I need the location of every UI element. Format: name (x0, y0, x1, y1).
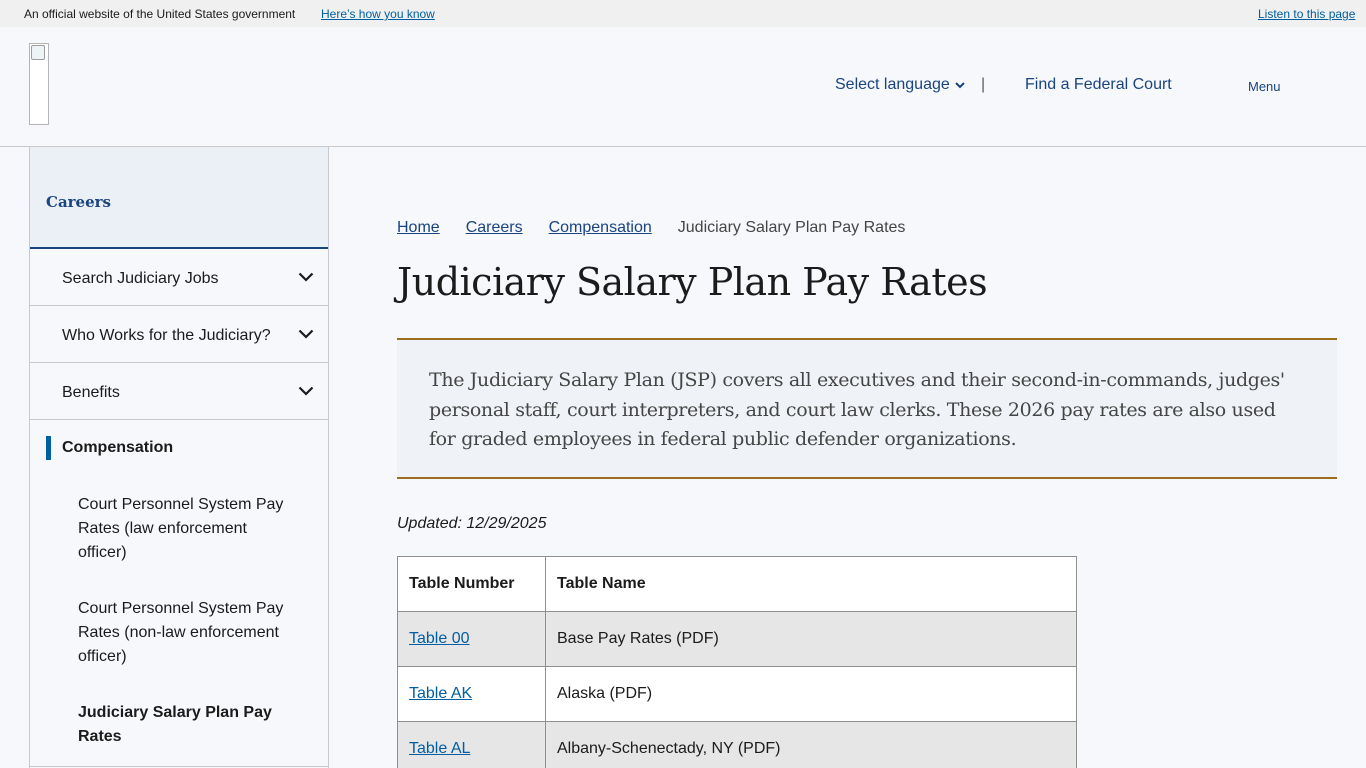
find-federal-court-link[interactable]: Find a Federal Court (1025, 76, 1172, 94)
sidebar-item-label: Search Judiciary Jobs (62, 270, 219, 287)
sidebar-divider (30, 766, 328, 767)
chevron-down-icon (955, 82, 965, 89)
sidebar-item-label: Benefits (62, 384, 120, 401)
table-row: Table AK Alaska (PDF) (397, 666, 1077, 722)
table-cell-number: Table AL (397, 721, 546, 768)
sidebar-item-compensation[interactable]: Compensation (30, 420, 328, 475)
sidebar-subitem-cps-non-leo[interactable]: Court Personnel System Pay Rates (non-la… (78, 597, 298, 669)
breadcrumb-current: Judiciary Salary Plan Pay Rates (677, 219, 906, 236)
intro-box: The Judiciary Salary Plan (JSP) covers a… (397, 338, 1337, 479)
site-header: Select language | Find a Federal Court M… (0, 27, 1366, 147)
table-row: Table AL Albany-Schenectady, NY (PDF) (397, 721, 1077, 768)
chevron-down-icon[interactable] (298, 328, 314, 340)
table-link[interactable]: Table AL (409, 740, 470, 757)
chevron-down-icon[interactable] (298, 271, 314, 283)
table-row: Table 00 Base Pay Rates (PDF) (397, 611, 1077, 667)
header-separator: | (981, 76, 986, 93)
page-title: Judiciary Salary Plan Pay Rates (397, 260, 988, 304)
official-website-text: An official website of the United States… (24, 7, 296, 21)
sidebar-item-label: Who Works for the Judiciary? (62, 327, 271, 344)
table-header-row: Table Number Table Name (397, 556, 1077, 612)
breadcrumb-careers[interactable]: Careers (466, 219, 523, 237)
sidebar-title-careers[interactable]: Careers (46, 193, 111, 211)
site-logo-image[interactable] (29, 43, 49, 125)
intro-text: The Judiciary Salary Plan (JSP) covers a… (429, 369, 1285, 450)
gov-banner: An official website of the United States… (0, 0, 1366, 27)
table-cell-name: Base Pay Rates (PDF) (545, 611, 1077, 667)
select-language-dropdown[interactable]: Select language (835, 76, 966, 94)
breadcrumb: Home Careers Compensation Judiciary Sala… (397, 219, 905, 237)
sidebar-item-search-judiciary-jobs[interactable]: Search Judiciary Jobs (30, 249, 328, 306)
updated-date: Updated: 12/29/2025 (397, 515, 547, 532)
table-cell-name: Albany-Schenectady, NY (PDF) (545, 721, 1077, 768)
column-header-table-name: Table Name (545, 556, 1077, 612)
sidebar-item-who-works[interactable]: Who Works for the Judiciary? (30, 306, 328, 363)
listen-to-page-link[interactable]: Listen to this page (1258, 7, 1355, 21)
table-link[interactable]: Table AK (409, 685, 472, 702)
breadcrumb-compensation[interactable]: Compensation (549, 219, 652, 237)
sidebar-item-label: Compensation (62, 439, 174, 456)
menu-button[interactable]: Menu (1248, 79, 1281, 94)
sidebar-header: Careers (30, 147, 328, 249)
sidebar-nav: Careers Search Judiciary Jobs Who Works … (29, 147, 329, 768)
heres-how-you-know-link[interactable]: Here’s how you know (321, 7, 435, 21)
table-cell-number: Table AK (397, 666, 546, 722)
breadcrumb-home[interactable]: Home (397, 219, 440, 237)
column-header-table-number: Table Number (397, 556, 546, 612)
table-cell-number: Table 00 (397, 611, 546, 667)
select-language-label: Select language (835, 76, 950, 93)
current-section-indicator (46, 436, 51, 460)
sidebar-subitem-jsp-pay-rates[interactable]: Judiciary Salary Plan Pay Rates (78, 701, 298, 749)
sidebar-item-benefits[interactable]: Benefits (30, 363, 328, 420)
chevron-down-icon[interactable] (298, 385, 314, 397)
sidebar-subitem-cps-leo[interactable]: Court Personnel System Pay Rates (law en… (78, 493, 298, 565)
table-link[interactable]: Table 00 (409, 630, 470, 647)
pay-rates-table: Table Number Table Name Table 00 Base Pa… (397, 556, 1077, 768)
table-cell-name: Alaska (PDF) (545, 666, 1077, 722)
